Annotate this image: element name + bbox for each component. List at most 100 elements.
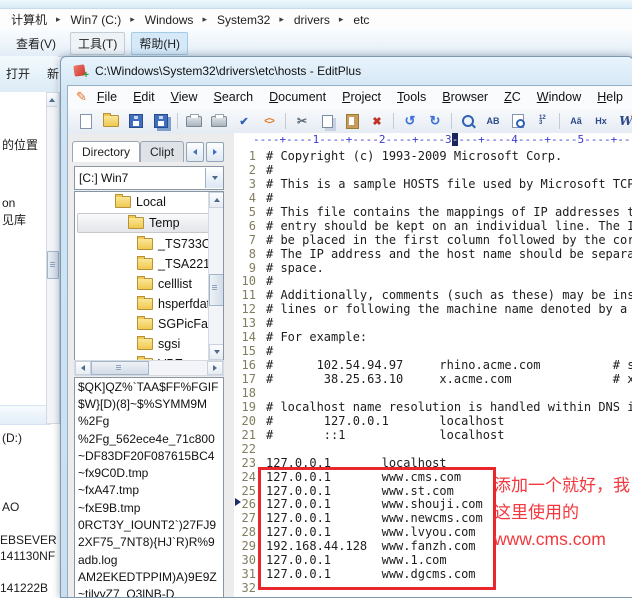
editor-line[interactable]: 30127.0.0.1 www.1.com — [234, 554, 632, 568]
file-list[interactable]: $QK]QZ%`TAA$FF%FGIF$W}[D)(8]~$%SYMM9M%2F… — [74, 377, 224, 597]
print-button[interactable] — [207, 110, 231, 133]
tab-scroll-right-button[interactable] — [206, 142, 224, 162]
scroll-down-button[interactable] — [209, 344, 224, 360]
tree-item[interactable]: _TSA221.t — [75, 254, 223, 274]
scrollbar-thumb[interactable] — [209, 274, 224, 306]
print-preview-button[interactable] — [182, 110, 206, 133]
copy-button[interactable] — [315, 110, 339, 133]
editor-line[interactable]: 16# 102.54.94.97 rhino.acme.com # source… — [234, 359, 632, 373]
editor-line[interactable]: 7# be placed in the first column followe… — [234, 234, 632, 248]
file-item[interactable]: $QK]QZ%`TAA$FF%FGIF — [75, 378, 223, 395]
editor-line[interactable]: 17# 38.25.63.10 x.acme.com # x client ho… — [234, 373, 632, 387]
file-item[interactable]: ~fx9C0D.tmp — [75, 464, 223, 481]
tab-directory[interactable]: Directory — [72, 141, 140, 162]
editor-line[interactable]: 23127.0.0.1 localhost — [234, 457, 632, 471]
tree-item[interactable]: Local — [75, 192, 223, 212]
editor-line[interactable]: 3# This is a sample HOSTS file used by M… — [234, 178, 632, 192]
scroll-left-button[interactable] — [75, 361, 91, 375]
html-toolbar-button[interactable]: <> — [257, 110, 281, 133]
file-item[interactable]: 0RCT3Y_IOUNT2`)27FJ9 — [75, 516, 223, 533]
menu-item[interactable]: ZC — [496, 88, 529, 106]
undo-button[interactable]: ↺ — [398, 110, 422, 133]
editor-pane[interactable]: ----+----1----+----2----+----3----+----4… — [234, 133, 632, 597]
scroll-up-button[interactable] — [47, 93, 57, 107]
file-item[interactable]: %2Fg — [75, 413, 223, 430]
scrollbar-thumb[interactable] — [47, 251, 59, 279]
editor-line[interactable]: 32 — [234, 582, 632, 596]
menu-tools[interactable]: 工具(T) — [70, 32, 125, 55]
scroll-right-button[interactable] — [207, 361, 223, 375]
breadcrumb-item[interactable]: Win7 (C:) — [66, 12, 140, 28]
tree-hscrollbar[interactable] — [74, 360, 224, 376]
editor-line[interactable]: 5# This file contains the mappings of IP… — [234, 206, 632, 220]
scroll-up-button[interactable] — [209, 192, 224, 208]
file-item[interactable]: %2Fg_562ece4e_71c800 — [75, 430, 223, 447]
file-item[interactable]: $W}[D)(8]~$%SYMM9M — [75, 395, 223, 412]
delete-button[interactable]: ✖ — [365, 110, 389, 133]
file-item[interactable]: 2XF75_7NT8){HJ`R)R%9 — [75, 534, 223, 551]
editor-line[interactable]: 11# Additionally, comments (such as thes… — [234, 289, 632, 303]
explorer-scrollbar[interactable] — [46, 92, 60, 424]
tab-cliptext[interactable]: Clipt — [140, 141, 184, 162]
menu-help[interactable]: 帮助(H) — [131, 32, 188, 55]
file-item[interactable]: adb.log — [75, 551, 223, 568]
file-item[interactable]: ~fxA47.tmp — [75, 482, 223, 499]
editor-line[interactable]: 22 — [234, 443, 632, 457]
editor-line[interactable]: 12# lines or following the machine name … — [234, 303, 632, 317]
redo-button[interactable]: ↻ — [423, 110, 447, 133]
file-item[interactable]: ~DF83DF20F087615BC4 — [75, 447, 223, 464]
menu-item[interactable]: View — [163, 88, 206, 106]
menu-item[interactable]: Window — [529, 88, 589, 106]
find-button[interactable] — [456, 110, 480, 133]
menu-item[interactable]: Search — [206, 88, 262, 106]
editor-line[interactable]: 21# ::1 localhost — [234, 429, 632, 443]
editor-line[interactable]: 14# For example: — [234, 331, 632, 345]
hex-view-button[interactable]: Hx — [589, 110, 613, 133]
sort-button[interactable]: 123 — [531, 110, 555, 133]
breadcrumb-item[interactable]: drivers — [289, 12, 349, 28]
tree-scrollbar[interactable] — [208, 192, 223, 360]
replace-button[interactable]: AB — [481, 110, 505, 133]
breadcrumb-item[interactable]: Windows — [140, 12, 212, 28]
editor-line[interactable]: 4# — [234, 192, 632, 206]
find-in-files-button[interactable] — [506, 110, 530, 133]
file-item[interactable]: ~tjlyyZ7_Q3lNB-D — [75, 586, 223, 597]
file-item[interactable]: AM2EKEDTPPIM)A)9E9Z — [75, 568, 223, 585]
menu-item[interactable]: Edit — [125, 88, 163, 106]
tree-item[interactable]: sgsi — [75, 334, 223, 354]
open-file-button[interactable] — [99, 110, 123, 133]
breadcrumb-item[interactable]: 计算机 — [6, 10, 66, 29]
editor-line[interactable]: 15# — [234, 345, 632, 359]
scrollbar-thumb[interactable] — [91, 361, 149, 375]
editor-line[interactable]: 8# The IP address and the host name shou… — [234, 248, 632, 262]
editor-line[interactable]: 13# — [234, 317, 632, 331]
tab-scroll-left-button[interactable] — [186, 142, 204, 162]
new-folder-button[interactable]: 新 — [47, 65, 59, 82]
tree-item[interactable]: _TS733C.t — [75, 234, 223, 254]
editor-line[interactable]: 6# entry should be kept on an individual… — [234, 220, 632, 234]
editor-line[interactable]: 19# localhost name resolution is handled… — [234, 401, 632, 415]
save-button[interactable] — [124, 110, 148, 133]
tree-item-selected[interactable]: Temp — [77, 213, 221, 233]
new-document-button[interactable] — [74, 110, 98, 133]
save-all-button[interactable] — [149, 110, 173, 133]
editor-line[interactable]: 18 — [234, 387, 632, 401]
paste-button[interactable] — [340, 110, 364, 133]
menu-item[interactable]: Tools — [389, 88, 434, 106]
menu-item[interactable]: Project — [334, 88, 389, 106]
editor-line[interactable]: 31127.0.0.1 www.dgcms.com — [234, 568, 632, 582]
menu-item[interactable]: File — [89, 88, 125, 106]
editor-line[interactable]: 9# space. — [234, 262, 632, 276]
menu-view[interactable]: 查看(V) — [8, 32, 64, 55]
file-item[interactable]: ~fxE9B.tmp — [75, 499, 223, 516]
editor-line[interactable]: 2# — [234, 164, 632, 178]
drive-select[interactable]: [C:] Win7 — [74, 166, 224, 190]
spell-check-button[interactable]: ✔ — [232, 110, 256, 133]
menu-item[interactable]: Help — [589, 88, 631, 106]
cut-button[interactable]: ✂ — [290, 110, 314, 133]
editor-line[interactable]: 1# Copyright (c) 1993-2009 Microsoft Cor… — [234, 150, 632, 164]
menu-item[interactable]: Browser — [434, 88, 496, 106]
drive-select-arrow-button[interactable] — [205, 168, 223, 188]
tree-item[interactable]: SGPicFace — [75, 314, 223, 334]
menu-item[interactable]: Document — [261, 88, 334, 106]
